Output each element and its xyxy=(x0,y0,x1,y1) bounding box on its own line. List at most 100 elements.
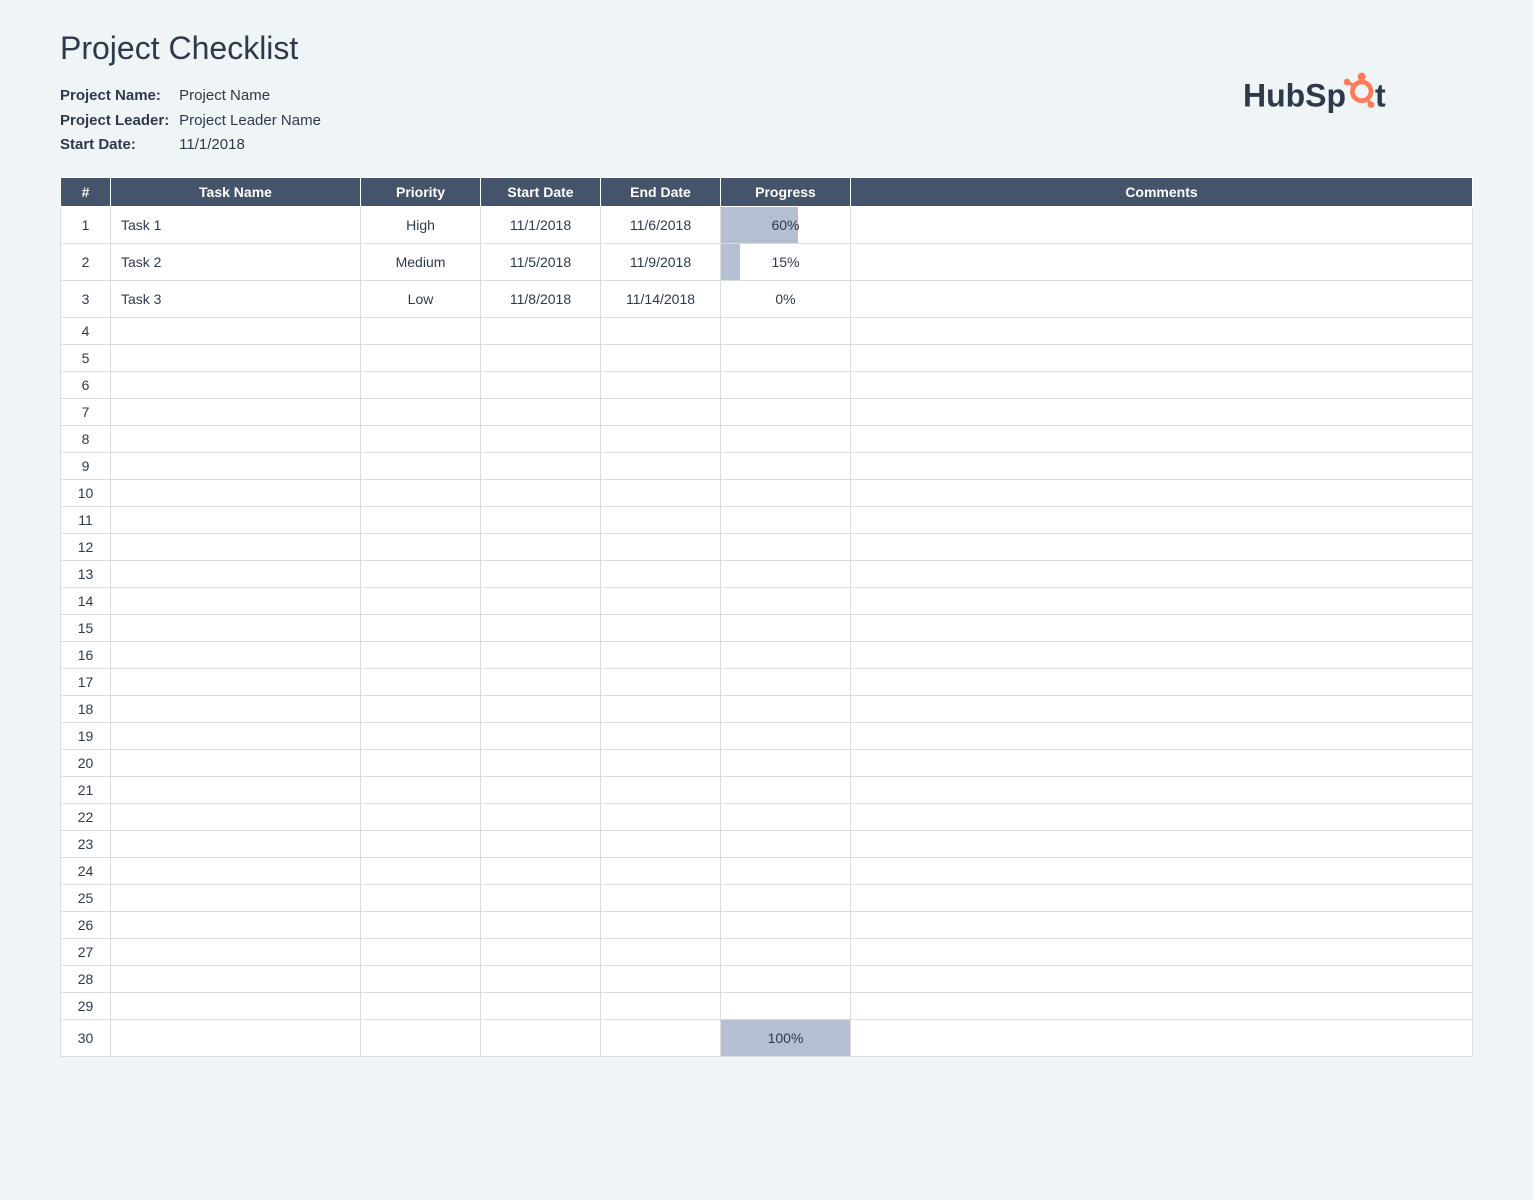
progress-cell[interactable] xyxy=(721,398,851,425)
progress-cell[interactable] xyxy=(721,803,851,830)
task-name-cell[interactable] xyxy=(111,587,361,614)
progress-cell[interactable]: 60% xyxy=(721,206,851,243)
comments-cell[interactable] xyxy=(851,965,1473,992)
end-date-cell[interactable] xyxy=(601,614,721,641)
comments-cell[interactable] xyxy=(851,992,1473,1019)
comments-cell[interactable] xyxy=(851,1019,1473,1056)
start-date-cell[interactable] xyxy=(481,965,601,992)
end-date-cell[interactable] xyxy=(601,452,721,479)
task-name-cell[interactable] xyxy=(111,830,361,857)
start-date-cell[interactable] xyxy=(481,479,601,506)
priority-cell[interactable] xyxy=(361,965,481,992)
progress-cell[interactable] xyxy=(721,614,851,641)
progress-cell[interactable] xyxy=(721,371,851,398)
priority-cell[interactable] xyxy=(361,533,481,560)
task-name-cell[interactable] xyxy=(111,533,361,560)
task-name-cell[interactable] xyxy=(111,371,361,398)
progress-cell[interactable]: 0% xyxy=(721,280,851,317)
task-name-cell[interactable] xyxy=(111,722,361,749)
comments-cell[interactable] xyxy=(851,344,1473,371)
end-date-cell[interactable] xyxy=(601,506,721,533)
comments-cell[interactable] xyxy=(851,280,1473,317)
progress-cell[interactable] xyxy=(721,506,851,533)
task-name-cell[interactable]: Task 1 xyxy=(111,206,361,243)
priority-cell[interactable] xyxy=(361,317,481,344)
comments-cell[interactable] xyxy=(851,884,1473,911)
end-date-cell[interactable] xyxy=(601,560,721,587)
task-name-cell[interactable] xyxy=(111,857,361,884)
task-name-cell[interactable] xyxy=(111,452,361,479)
task-name-cell[interactable] xyxy=(111,641,361,668)
start-date-cell[interactable] xyxy=(481,803,601,830)
priority-cell[interactable] xyxy=(361,344,481,371)
end-date-cell[interactable] xyxy=(601,479,721,506)
priority-cell[interactable] xyxy=(361,776,481,803)
priority-cell[interactable]: Low xyxy=(361,280,481,317)
comments-cell[interactable] xyxy=(851,749,1473,776)
start-date-cell[interactable] xyxy=(481,371,601,398)
start-date-cell[interactable] xyxy=(481,1019,601,1056)
start-date-cell[interactable] xyxy=(481,884,601,911)
task-name-cell[interactable] xyxy=(111,344,361,371)
priority-cell[interactable] xyxy=(361,452,481,479)
start-date-cell[interactable] xyxy=(481,992,601,1019)
progress-cell[interactable] xyxy=(721,884,851,911)
start-date-cell[interactable] xyxy=(481,776,601,803)
end-date-cell[interactable] xyxy=(601,803,721,830)
progress-cell[interactable] xyxy=(721,695,851,722)
progress-cell[interactable] xyxy=(721,965,851,992)
priority-cell[interactable] xyxy=(361,884,481,911)
end-date-cell[interactable] xyxy=(601,911,721,938)
comments-cell[interactable] xyxy=(851,641,1473,668)
priority-cell[interactable] xyxy=(361,479,481,506)
end-date-cell[interactable] xyxy=(601,749,721,776)
comments-cell[interactable] xyxy=(851,560,1473,587)
start-date-cell[interactable] xyxy=(481,344,601,371)
progress-cell[interactable] xyxy=(721,641,851,668)
progress-cell[interactable] xyxy=(721,776,851,803)
priority-cell[interactable] xyxy=(361,830,481,857)
comments-cell[interactable] xyxy=(851,452,1473,479)
comments-cell[interactable] xyxy=(851,803,1473,830)
end-date-cell[interactable] xyxy=(601,533,721,560)
start-date-cell[interactable] xyxy=(481,857,601,884)
comments-cell[interactable] xyxy=(851,776,1473,803)
task-name-cell[interactable] xyxy=(111,1019,361,1056)
progress-cell[interactable] xyxy=(721,749,851,776)
task-name-cell[interactable] xyxy=(111,911,361,938)
start-date-cell[interactable] xyxy=(481,425,601,452)
progress-cell[interactable] xyxy=(721,938,851,965)
task-name-cell[interactable] xyxy=(111,776,361,803)
end-date-cell[interactable] xyxy=(601,992,721,1019)
end-date-cell[interactable] xyxy=(601,317,721,344)
task-name-cell[interactable] xyxy=(111,938,361,965)
start-date-cell[interactable] xyxy=(481,533,601,560)
task-name-cell[interactable]: Task 3 xyxy=(111,280,361,317)
progress-cell[interactable] xyxy=(721,911,851,938)
end-date-cell[interactable] xyxy=(601,398,721,425)
progress-cell[interactable] xyxy=(721,992,851,1019)
task-name-cell[interactable] xyxy=(111,560,361,587)
comments-cell[interactable] xyxy=(851,533,1473,560)
end-date-cell[interactable]: 11/9/2018 xyxy=(601,243,721,280)
priority-cell[interactable] xyxy=(361,749,481,776)
priority-cell[interactable] xyxy=(361,803,481,830)
comments-cell[interactable] xyxy=(851,614,1473,641)
end-date-cell[interactable]: 11/14/2018 xyxy=(601,280,721,317)
comments-cell[interactable] xyxy=(851,479,1473,506)
progress-cell[interactable] xyxy=(721,533,851,560)
task-name-cell[interactable] xyxy=(111,506,361,533)
comments-cell[interactable] xyxy=(851,317,1473,344)
priority-cell[interactable] xyxy=(361,695,481,722)
progress-cell[interactable] xyxy=(721,587,851,614)
progress-cell[interactable]: 15% xyxy=(721,243,851,280)
comments-cell[interactable] xyxy=(851,243,1473,280)
progress-cell[interactable] xyxy=(721,479,851,506)
comments-cell[interactable] xyxy=(851,587,1473,614)
start-date-cell[interactable] xyxy=(481,614,601,641)
priority-cell[interactable] xyxy=(361,911,481,938)
end-date-cell[interactable] xyxy=(601,1019,721,1056)
start-date-cell[interactable] xyxy=(481,587,601,614)
priority-cell[interactable] xyxy=(361,398,481,425)
task-name-cell[interactable] xyxy=(111,479,361,506)
